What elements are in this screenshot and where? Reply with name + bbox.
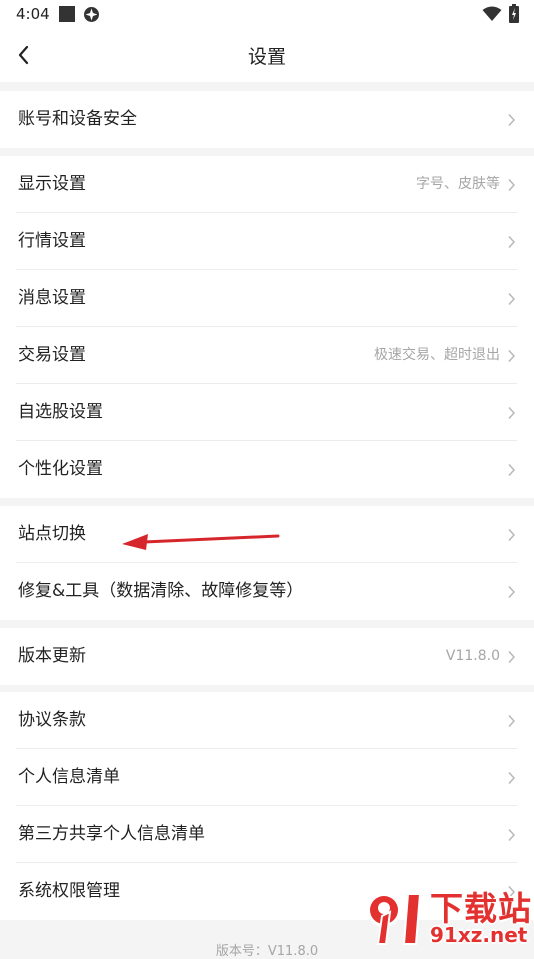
row-label: 行情设置: [18, 231, 86, 251]
app-icon: [84, 7, 99, 22]
site-watermark: 下载站 91xz.net: [362, 882, 534, 950]
row-label: 自选股设置: [18, 402, 103, 422]
chevron-right-icon: [508, 463, 516, 477]
row-agreement-terms[interactable]: 协议条款: [0, 692, 534, 749]
row-version-update[interactable]: 版本更新 V11.8.0: [0, 628, 534, 685]
wifi-icon: [482, 6, 502, 21]
chevron-right-icon: [508, 714, 516, 728]
row-label: 账号和设备安全: [18, 109, 137, 129]
page-title: 设置: [247, 46, 286, 68]
chevron-right-icon: [508, 406, 516, 420]
chevron-right-icon: [508, 292, 516, 306]
row-display-settings[interactable]: 显示设置 字号、皮肤等: [0, 156, 534, 213]
status-bar: 4:04: [0, 0, 534, 28]
row-label: 消息设置: [18, 288, 86, 308]
watermark-logo-icon: [367, 893, 422, 945]
status-time: 4:04: [16, 5, 50, 23]
settings-group-version: 版本更新 V11.8.0: [0, 628, 534, 685]
nav-bar: 设置: [0, 28, 534, 82]
row-label: 个人信息清单: [18, 767, 120, 787]
row-watchlist-settings[interactable]: 自选股设置: [0, 384, 534, 441]
row-label: 站点切换: [18, 524, 86, 544]
row-label: 版本更新: [18, 646, 86, 666]
row-label: 系统权限管理: [18, 881, 120, 901]
chevron-right-icon: [508, 235, 516, 249]
watermark-domain: 91xz.net: [430, 923, 528, 947]
row-label: 显示设置: [18, 174, 86, 194]
annotation-arrow-icon: [122, 534, 280, 550]
row-trade-settings[interactable]: 交易设置 极速交易、超时退出: [0, 327, 534, 384]
chevron-right-icon: [508, 828, 516, 842]
row-personal-info-list[interactable]: 个人信息清单: [0, 749, 534, 806]
row-value: V11.8.0: [445, 648, 500, 664]
settings-group-general: 显示设置 字号、皮肤等 行情设置 消息设置 交易设置 极速交易、超时退出 自选股…: [0, 156, 534, 498]
row-value: 极速交易、超时退出: [374, 347, 500, 363]
battery-icon: [509, 4, 519, 23]
row-label: 交易设置: [18, 345, 86, 365]
row-account-security[interactable]: 账号和设备安全: [0, 91, 534, 148]
square-icon: [59, 6, 75, 22]
row-market-settings[interactable]: 行情设置: [0, 213, 534, 270]
row-message-settings[interactable]: 消息设置: [0, 270, 534, 327]
row-label: 第三方共享个人信息清单: [18, 824, 205, 844]
chevron-right-icon: [508, 650, 516, 664]
row-label: 协议条款: [18, 710, 86, 730]
row-label: 修复&工具（数据清除、故障修复等）: [18, 581, 304, 601]
row-repair-tools[interactable]: 修复&工具（数据清除、故障修复等）: [0, 563, 534, 620]
row-value: 字号、皮肤等: [416, 176, 500, 192]
settings-group-account: 账号和设备安全: [0, 91, 534, 148]
chevron-right-icon: [508, 113, 516, 127]
chevron-right-icon: [508, 349, 516, 363]
chevron-right-icon: [508, 528, 516, 542]
chevron-right-icon: [508, 585, 516, 599]
row-label: 个性化设置: [18, 459, 103, 479]
row-personalization-settings[interactable]: 个性化设置: [0, 441, 534, 498]
row-third-party-sharing[interactable]: 第三方共享个人信息清单: [0, 806, 534, 863]
chevron-right-icon: [508, 178, 516, 192]
chevron-right-icon: [508, 771, 516, 785]
